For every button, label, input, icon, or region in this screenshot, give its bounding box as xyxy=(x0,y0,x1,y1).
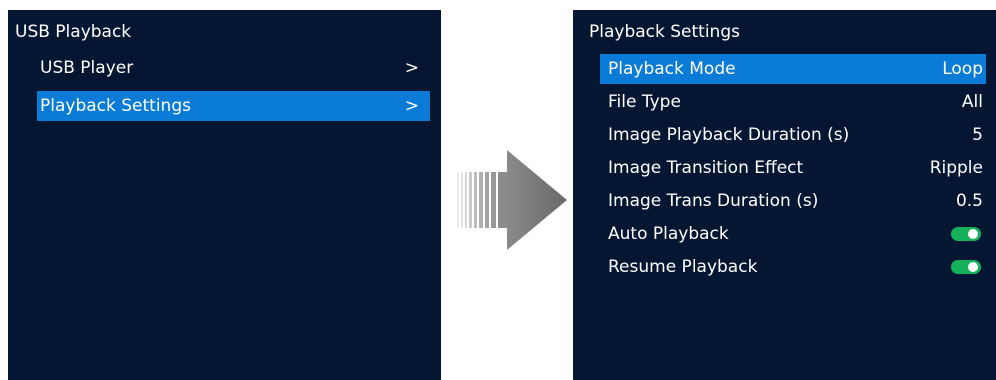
setting-value: 5 xyxy=(972,125,983,145)
arrow-head xyxy=(507,150,567,250)
setting-file-type[interactable]: File Type All xyxy=(600,87,986,117)
arrow-tail-stripes xyxy=(457,172,508,228)
toggle-switch-icon[interactable] xyxy=(951,227,981,241)
right-arrow-icon xyxy=(457,150,567,250)
playback-settings-screen: Playback Settings Playback Mode Loop Fil… xyxy=(573,10,996,380)
menu-item-label: Playback Settings xyxy=(40,96,191,116)
setting-label: Image Transition Effect xyxy=(608,158,804,178)
setting-label: Auto Playback xyxy=(608,224,729,244)
setting-value: Ripple xyxy=(929,158,983,178)
menu-item-playback-settings[interactable]: Playback Settings > xyxy=(37,91,430,121)
setting-label: Resume Playback xyxy=(608,257,758,277)
setting-value: All xyxy=(961,92,983,112)
setting-label: Image Trans Duration (s) xyxy=(608,191,819,211)
menu-item-label: USB Player xyxy=(40,58,134,78)
setting-image-playback-duration[interactable]: Image Playback Duration (s) 5 xyxy=(600,120,986,150)
usb-playback-screen: USB Playback USB Player > Playback Setti… xyxy=(8,10,441,380)
setting-image-transition-effect[interactable]: Image Transition Effect Ripple xyxy=(600,153,986,183)
setting-playback-mode[interactable]: Playback Mode Loop xyxy=(600,54,986,84)
toggle-knob xyxy=(968,262,978,272)
chevron-right-icon: > xyxy=(404,58,419,78)
setting-label: Image Playback Duration (s) xyxy=(608,125,850,145)
setting-value: Loop xyxy=(942,59,983,79)
setting-image-trans-duration[interactable]: Image Trans Duration (s) 0.5 xyxy=(600,186,986,216)
setting-label: Playback Mode xyxy=(608,59,736,79)
setting-resume-playback[interactable]: Resume Playback xyxy=(600,252,986,282)
screen-title: USB Playback xyxy=(15,22,132,42)
toggle-switch-icon[interactable] xyxy=(951,260,981,274)
setting-value: 0.5 xyxy=(955,191,983,211)
toggle-knob xyxy=(968,229,978,239)
chevron-right-icon: > xyxy=(404,96,419,116)
screen-title: Playback Settings xyxy=(589,22,740,42)
menu-item-usb-player[interactable]: USB Player > xyxy=(37,53,430,83)
setting-auto-playback[interactable]: Auto Playback xyxy=(600,219,986,249)
setting-label: File Type xyxy=(608,92,681,112)
